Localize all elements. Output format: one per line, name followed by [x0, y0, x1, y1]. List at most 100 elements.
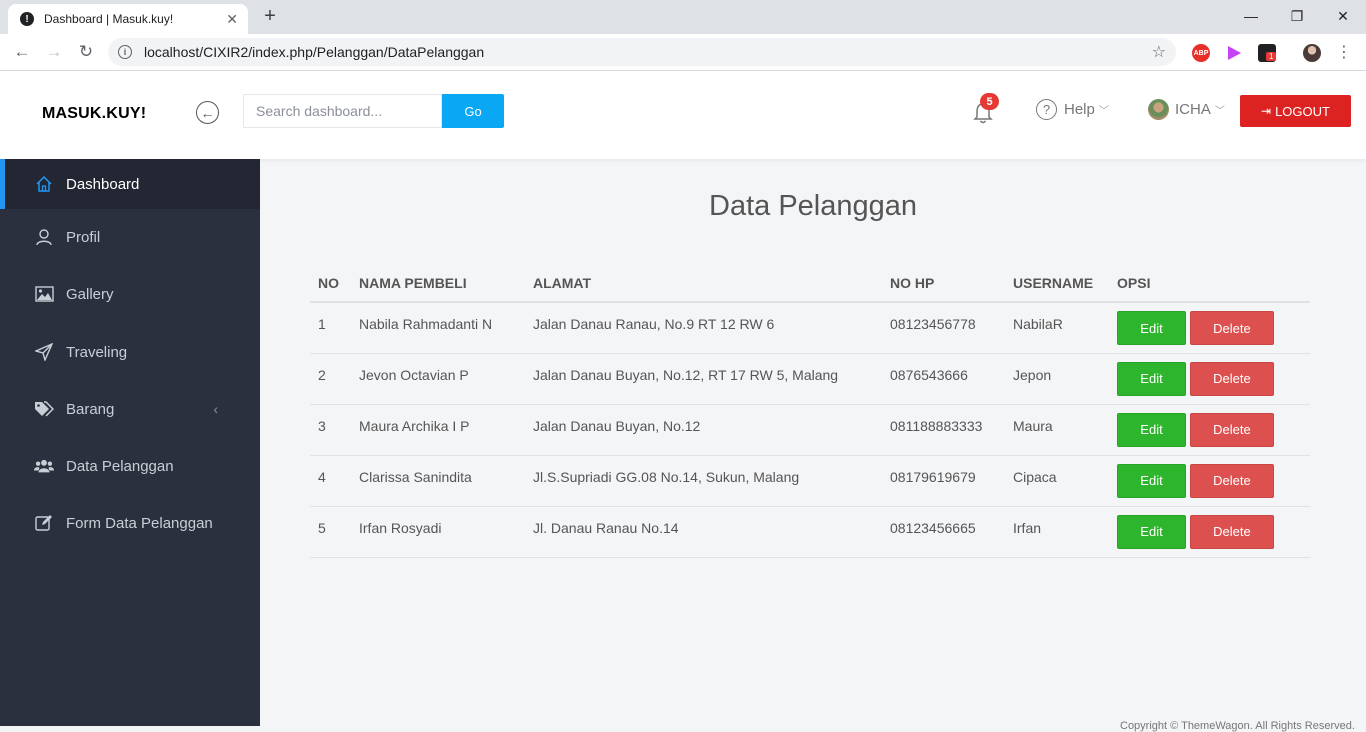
app-header: MASUK.KUY! ← Go 5 ? Help ﹀ ICHA ﹀ ⇥ LOGO… — [0, 71, 1366, 159]
cell-opsi: Edit Delete — [1109, 353, 1310, 405]
forward-arrow-icon[interactable]: → — [42, 40, 66, 64]
sidebar-item-profil[interactable]: Profil — [0, 212, 260, 262]
sidebar-item-barang[interactable]: Barang ‹ — [0, 384, 260, 434]
cell-username: Jepon — [1005, 353, 1109, 405]
address-bar: ← → ↻ i localhost/CIXIR2/index.php/Pelan… — [0, 34, 1366, 71]
cell-no: 2 — [310, 353, 351, 405]
alert-icon: ! — [20, 12, 34, 26]
window-close-icon[interactable]: ✕ — [1320, 4, 1366, 28]
reload-icon[interactable]: ↻ — [74, 40, 98, 64]
sidebar-item-dashboard[interactable]: Dashboard — [0, 159, 260, 209]
question-icon: ? — [1036, 99, 1057, 120]
sidebar: Dashboard Profil Gallery Traveling Baran… — [0, 159, 260, 726]
table-row: 4 Clarissa Sanindita Jl.S.Supriadi GG.08 N… — [310, 455, 1310, 507]
cell-alamat: Jalan Danau Buyan, No.12 — [525, 404, 882, 456]
minimize-icon[interactable]: — — [1228, 4, 1274, 28]
cell-username: Cipaca — [1005, 455, 1109, 507]
browser-tab-bar: ! Dashboard | Masuk.kuy! ✕ + — ❐ ✕ — [0, 0, 1366, 34]
delete-button[interactable]: Delete — [1189, 463, 1274, 498]
extension-badge: 1 — [1266, 52, 1277, 61]
page-title: Data Pelanggan — [709, 190, 917, 222]
back-arrow-icon[interactable]: ← — [10, 40, 34, 64]
cell-hp: 0876543666 — [882, 353, 1005, 405]
cell-hp: 08123456778 — [882, 302, 1005, 354]
cell-alamat: Jalan Danau Buyan, No.12, RT 17 RW 5, Ma… — [525, 353, 882, 405]
go-button[interactable]: Go — [442, 94, 504, 128]
sidebar-item-gallery[interactable]: Gallery — [0, 269, 260, 319]
cell-hp: 081188883333 — [882, 404, 1005, 456]
cell-no: 1 — [310, 302, 351, 354]
cell-opsi: Edit Delete — [1109, 455, 1310, 507]
column-header: NO — [310, 264, 351, 303]
table-row: 3 Maura Archika I P Jalan Danau Buyan, No.… — [310, 404, 1310, 456]
column-header: OPSI — [1109, 264, 1310, 303]
edit-button[interactable]: Edit — [1117, 361, 1186, 396]
cell-nama: Maura Archika I P — [351, 404, 525, 456]
sidebar-item-form-data-pelanggan[interactable]: Form Data Pelanggan — [0, 498, 260, 548]
footer-text: Copyright © ThemeWagon. All Rights Reser… — [1120, 720, 1355, 732]
column-header: ALAMAT — [525, 264, 882, 303]
delete-button[interactable]: Delete — [1189, 514, 1274, 549]
omnibox[interactable]: i localhost/CIXIR2/index.php/Pelanggan/D… — [108, 38, 1176, 66]
user-dropdown[interactable]: ICHA ﹀ — [1148, 99, 1225, 120]
sidebar-item-label: Data Pelanggan — [66, 457, 174, 475]
sidebar-item-data-pelanggan[interactable]: Data Pelanggan — [0, 441, 260, 491]
edit-button[interactable]: Edit — [1117, 514, 1186, 549]
cell-opsi: Edit Delete — [1109, 404, 1310, 456]
logo[interactable]: MASUK.KUY! — [42, 105, 146, 123]
chevron-down-icon: ﹀ — [1214, 106, 1225, 117]
cell-username: Irfan — [1005, 506, 1109, 558]
cell-opsi: Edit Delete — [1109, 506, 1310, 558]
play-extension-icon[interactable] — [1225, 44, 1243, 62]
restore-icon[interactable]: ❐ — [1274, 4, 1320, 28]
tab-close-icon[interactable]: ✕ — [226, 11, 238, 28]
chevron-left-icon[interactable]: ‹ — [213, 401, 218, 417]
tab-title: Dashboard | Masuk.kuy! — [44, 12, 174, 26]
sidebar-item-label: Dashboard — [66, 175, 140, 193]
cell-hp: 08123456665 — [882, 506, 1005, 558]
avatar — [1148, 99, 1169, 120]
cell-nama: Clarissa Sanindita — [351, 455, 525, 507]
cell-no: 4 — [310, 455, 351, 507]
edit-icon — [34, 513, 54, 533]
profile-avatar-icon[interactable] — [1303, 44, 1321, 62]
sidebar-item-label: Form Data Pelanggan — [66, 514, 213, 532]
sidebar-toggle-icon[interactable]: ← — [196, 101, 219, 124]
info-icon[interactable]: i — [118, 45, 132, 59]
edit-button[interactable]: Edit — [1117, 463, 1186, 498]
tags-icon — [34, 399, 54, 419]
logout-button[interactable]: ⇥ LOGOUT — [1240, 95, 1351, 127]
logout-icon: ⇥ — [1261, 104, 1272, 118]
edit-button[interactable]: Edit — [1117, 412, 1186, 447]
chevron-down-icon: ﹀ — [1098, 106, 1109, 117]
cell-nama: Irfan Rosyadi — [351, 506, 525, 558]
cell-hp: 08179619679 — [882, 455, 1005, 507]
logout-label: LOGOUT — [1275, 103, 1330, 119]
cell-nama: Jevon Octavian P — [351, 353, 525, 405]
delete-button[interactable]: Delete — [1189, 311, 1274, 345]
url-text[interactable]: localhost/CIXIR2/index.php/Pelanggan/Dat… — [144, 44, 1152, 60]
search-input[interactable] — [243, 94, 442, 128]
edit-button[interactable]: Edit — [1117, 311, 1186, 345]
new-tab-button[interactable]: + — [258, 5, 282, 28]
browser-menu-icon[interactable]: ⋮ — [1336, 42, 1352, 62]
browser-tab[interactable]: ! Dashboard | Masuk.kuy! ✕ — [8, 4, 248, 34]
bookmark-star-icon[interactable]: ☆ — [1152, 42, 1166, 62]
delete-button[interactable]: Delete — [1189, 361, 1274, 396]
cell-alamat: Jl.S.Supriadi GG.08 No.14, Sukun, Malang — [525, 455, 882, 507]
column-header: NO HP — [882, 264, 1005, 303]
table-row: 1 Nabila Rahmadanti N Jalan Danau Ranau, N… — [310, 302, 1310, 354]
user-icon — [34, 227, 54, 247]
sidebar-item-traveling[interactable]: Traveling — [0, 327, 260, 377]
cell-nama: Nabila Rahmadanti N — [351, 302, 525, 354]
notification-badge: 5 — [980, 93, 999, 110]
cell-no: 3 — [310, 404, 351, 456]
paper-plane-icon — [34, 342, 54, 362]
help-dropdown[interactable]: ? Help ﹀ — [1036, 99, 1109, 120]
sidebar-item-label: Traveling — [66, 343, 128, 361]
adblock-icon[interactable]: ABP — [1192, 44, 1210, 62]
table-row: 5 Irfan Rosyadi Jl. Danau Ranau No.14 08123… — [310, 506, 1310, 558]
delete-button[interactable]: Delete — [1189, 412, 1274, 447]
user-name: ICHA — [1175, 101, 1211, 118]
extension-icon[interactable]: 1 — [1258, 44, 1277, 62]
